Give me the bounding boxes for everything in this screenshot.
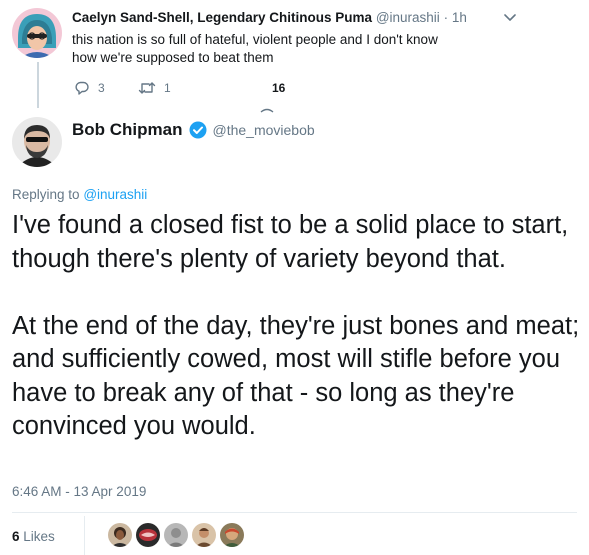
thread-connector bbox=[37, 62, 39, 108]
like-button[interactable]: 16 bbox=[248, 80, 285, 96]
parent-author-name[interactable]: Caelyn Sand-Shell, Legendary Chitinous P… bbox=[72, 10, 372, 25]
like-icon bbox=[248, 80, 264, 96]
main-author-name[interactable]: Bob Chipman bbox=[72, 120, 183, 140]
parent-avatar[interactable] bbox=[12, 8, 62, 58]
retweet-button[interactable]: 1 bbox=[138, 80, 171, 96]
main-author-handle[interactable]: @the_moviebob bbox=[213, 122, 315, 138]
retweet-icon bbox=[138, 80, 156, 96]
liker-avatar[interactable] bbox=[220, 523, 244, 547]
liker-avatars bbox=[108, 523, 244, 547]
retweet-count: 1 bbox=[164, 81, 171, 95]
reply-count: 3 bbox=[98, 81, 105, 95]
replying-to-label: Replying to bbox=[12, 187, 80, 202]
parent-tweet-header: Caelyn Sand-Shell, Legendary Chitinous P… bbox=[72, 10, 467, 25]
like-count: 16 bbox=[272, 81, 286, 95]
parent-author-handle[interactable]: @inurashii bbox=[376, 10, 440, 25]
main-avatar[interactable] bbox=[12, 117, 62, 167]
replying-to: Replying to @inurashii bbox=[12, 187, 147, 202]
liker-avatar[interactable] bbox=[164, 523, 188, 547]
likes-count: 6 bbox=[12, 529, 20, 544]
main-tweet-header: Bob Chipman @the_moviebob bbox=[72, 120, 315, 140]
tweet-paragraph: I've found a closed fist to be a solid p… bbox=[12, 211, 569, 273]
verified-badge-icon bbox=[189, 121, 207, 139]
tweet-timestamp[interactable]: 6:46 AM - 13 Apr 2019 bbox=[12, 484, 146, 499]
parent-tweet-text: this nation is so full of hateful, viole… bbox=[72, 32, 438, 65]
parent-tweet-time[interactable]: · 1h bbox=[444, 10, 467, 25]
tweet-paragraph: At the end of the day, they're just bone… bbox=[12, 311, 580, 441]
likes-label: Likes bbox=[23, 529, 55, 544]
liker-avatar[interactable] bbox=[192, 523, 216, 547]
stats-separator bbox=[84, 516, 85, 555]
stats-divider bbox=[12, 512, 577, 513]
replying-to-handle-link[interactable]: @inurashii bbox=[83, 187, 147, 202]
direct-message-icon[interactable] bbox=[260, 100, 274, 113]
reply-button[interactable]: 3 bbox=[74, 80, 105, 96]
main-tweet-text: I've found a closed fist to be a solid p… bbox=[12, 209, 582, 444]
liker-avatar[interactable] bbox=[136, 523, 160, 547]
chevron-down-icon[interactable] bbox=[502, 9, 518, 25]
reply-icon bbox=[74, 80, 90, 96]
liker-avatar[interactable] bbox=[108, 523, 132, 547]
likes-stat[interactable]: 6 Likes bbox=[12, 529, 55, 544]
